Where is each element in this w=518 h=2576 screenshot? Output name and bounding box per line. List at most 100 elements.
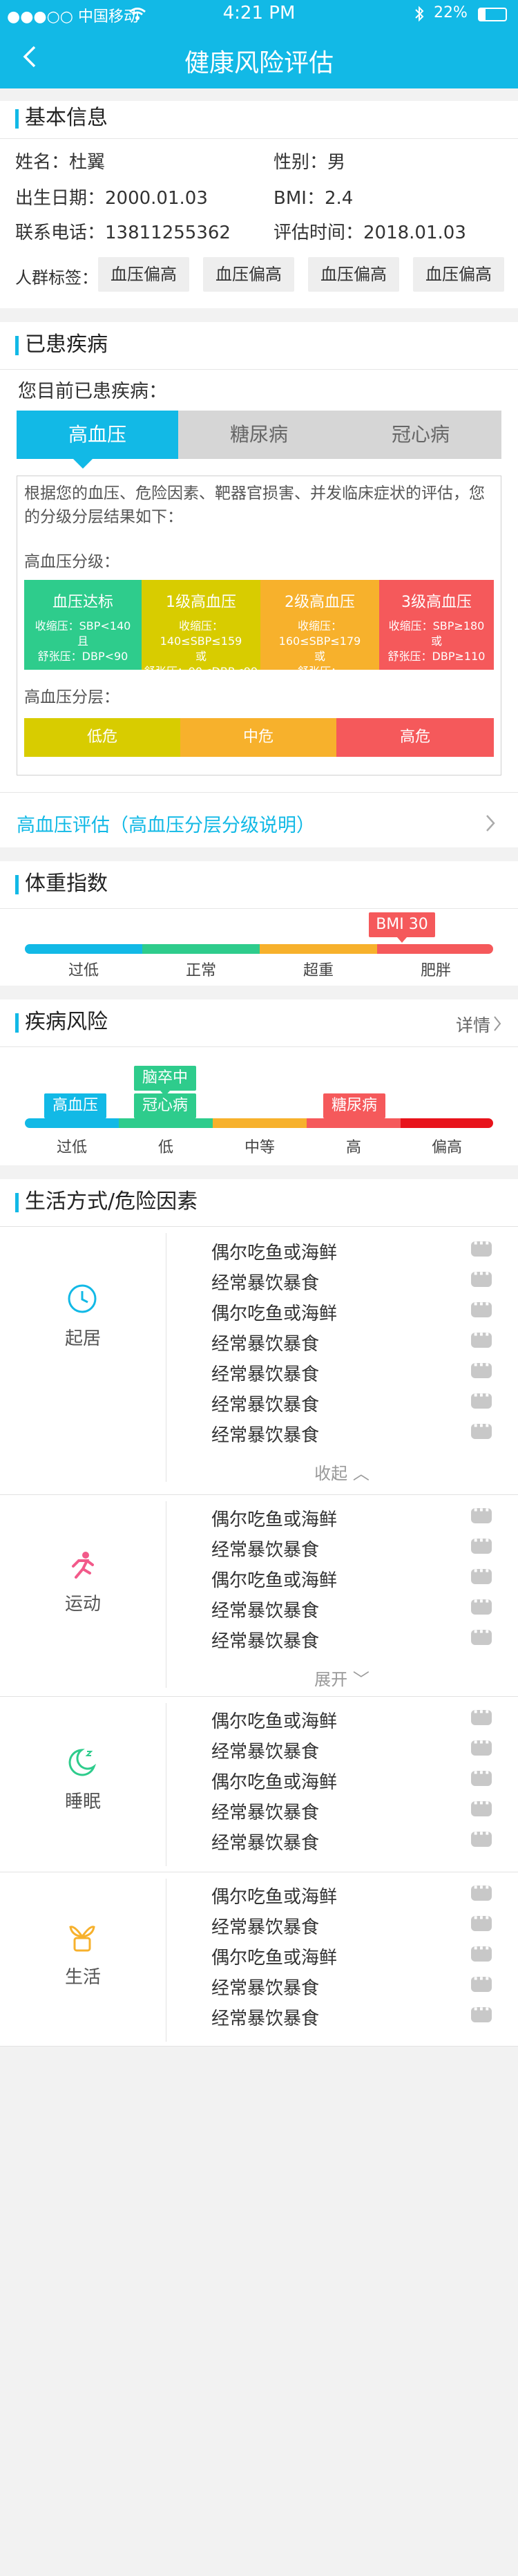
user-name: 姓名：杜翼 xyxy=(15,152,106,173)
disease-tabs: 高血压 糖尿病 冠心病 xyxy=(17,411,501,459)
risk-bar-higher xyxy=(401,1118,493,1128)
bmi-bar-obese xyxy=(377,944,493,954)
section-title: 已患疾病 xyxy=(15,333,108,357)
layer-high: 高危 xyxy=(336,718,494,757)
more-icon[interactable] xyxy=(471,1910,492,1931)
list-item: 偶尔吃鱼或海鲜 xyxy=(211,1711,338,1732)
bmi-level-label: 过低 xyxy=(68,962,99,979)
tab-diabetes[interactable]: 糖尿病 xyxy=(178,411,340,459)
more-icon[interactable] xyxy=(471,1563,492,1584)
more-icon[interactable] xyxy=(471,1502,492,1523)
moon-icon xyxy=(68,1749,97,1776)
more-icon[interactable] xyxy=(471,1734,492,1756)
list-item: 经常暴饮暴食 xyxy=(211,2009,320,2029)
list-item: 偶尔吃鱼或海鲜 xyxy=(211,1304,338,1324)
risk-bar-mid xyxy=(213,1118,307,1128)
collapse-button[interactable]: 收起 ︿ xyxy=(166,1460,518,1484)
user-bmi: BMI：2.4 xyxy=(274,188,354,209)
plant-icon xyxy=(69,1926,95,1952)
battery-text: 22% xyxy=(434,4,468,21)
risk-detail-link[interactable]: 详情 xyxy=(456,1012,490,1037)
more-icon[interactable] xyxy=(471,1387,492,1409)
more-icon[interactable] xyxy=(471,1940,492,1962)
list-item: 经常暴饮暴食 xyxy=(211,1742,320,1762)
more-icon[interactable] xyxy=(471,1971,492,1992)
risk-level-label: 偏高 xyxy=(431,1139,462,1156)
grade-desc: 根据您的血压、危险因素、靶器官损害、并发临床症状的评估，您的分级分层结果如下： xyxy=(24,485,485,526)
list-item: 偶尔吃鱼或海鲜 xyxy=(211,1243,338,1263)
tab-hypertension[interactable]: 高血压 xyxy=(17,411,178,459)
more-icon[interactable] xyxy=(471,1765,492,1786)
crowd-tag: 血压偏高 xyxy=(203,257,294,292)
layer-mid: 中危 xyxy=(180,718,336,757)
disease-card: 已患疾病 您目前已患疾病： 高血压 糖尿病 冠心病 根据您的血压、危险因素、靶器… xyxy=(0,322,518,847)
chevron-right-icon[interactable] xyxy=(483,813,497,834)
list-item: 经常暴饮暴食 xyxy=(211,1917,320,1938)
chevron-down-icon: ﹀ xyxy=(352,1670,370,1689)
list-item: 偶尔吃鱼或海鲜 xyxy=(211,1570,338,1591)
risk-level-label: 过低 xyxy=(56,1139,87,1156)
risk-level-label: 低 xyxy=(157,1139,173,1156)
bmi-bar-low xyxy=(25,944,142,954)
risk-bar-high xyxy=(307,1118,401,1128)
expand-button[interactable]: 展开 ﹀ xyxy=(166,1666,518,1690)
more-icon[interactable] xyxy=(471,1795,492,1816)
user-gender: 性别：男 xyxy=(274,152,346,173)
status-bar: ●●●○○ 中国移动 4:21 PM 22% xyxy=(0,0,518,28)
more-icon[interactable] xyxy=(471,1235,492,1257)
tags-label: 人群标签： xyxy=(15,268,98,288)
more-icon[interactable] xyxy=(471,1266,492,1287)
disease-subtitle: 您目前已患疾病： xyxy=(18,381,167,402)
more-icon[interactable] xyxy=(471,1296,492,1317)
list-item: 经常暴饮暴食 xyxy=(211,1803,320,1823)
eval-time: 评估时间：2018.01.03 xyxy=(274,223,466,243)
more-icon[interactable] xyxy=(471,1593,492,1615)
more-icon[interactable] xyxy=(471,1532,492,1554)
more-icon[interactable] xyxy=(471,1624,492,1645)
list-item: 经常暴饮暴食 xyxy=(211,1273,320,1294)
hypertension-eval-link[interactable]: 高血压评估（高血压分层分级说明） xyxy=(17,810,315,837)
more-icon[interactable] xyxy=(471,2001,492,2022)
list-item: 经常暴饮暴食 xyxy=(211,1334,320,1355)
more-icon[interactable] xyxy=(471,1704,492,1725)
tab-coronary[interactable]: 冠心病 xyxy=(340,411,501,459)
section-title: 体重指数 xyxy=(15,872,108,896)
nav-bar: 健康风险评估 xyxy=(0,28,518,88)
bmi-bar-over xyxy=(260,944,377,954)
list-item: 偶尔吃鱼或海鲜 xyxy=(211,1510,338,1530)
lifestyle-card: 生活方式/危险因素 起居 偶尔吃鱼或海鲜 经常暴饮暴食 偶尔吃鱼或海鲜 经常暴饮… xyxy=(0,1179,518,2047)
group-name: 运动 xyxy=(64,1594,101,1615)
weight-card: 体重指数 BMI 30 过低 正常 超重 肥胖 xyxy=(0,861,518,986)
risk-level-label: 中等 xyxy=(244,1139,275,1156)
bluetooth-icon xyxy=(415,6,424,22)
grade-3: 3级高血压 收缩压：SBP≥180 或 舒张压：DBP≥110 xyxy=(379,580,494,670)
risk-bar-lowest xyxy=(25,1118,119,1128)
section-title: 基本信息 xyxy=(15,106,108,130)
risk-marker-stroke: 脑卒中 xyxy=(134,1066,196,1096)
more-icon[interactable] xyxy=(471,1418,492,1439)
basic-info-card: 基本信息 姓名：杜翼 性别：男 出生日期：2000.01.03 BMI：2.4 … xyxy=(0,101,518,308)
list-item: 经常暴饮暴食 xyxy=(211,1601,320,1621)
running-icon xyxy=(72,1552,94,1579)
chevron-right-icon[interactable] xyxy=(492,1015,503,1033)
bmi-level-label: 超重 xyxy=(303,962,334,979)
bmi-badge: BMI 30 xyxy=(369,912,435,943)
list-item: 经常暴饮暴食 xyxy=(211,1395,320,1416)
more-icon[interactable] xyxy=(471,1357,492,1378)
battery-icon xyxy=(478,8,507,21)
tab-indicator xyxy=(73,459,93,469)
list-item: 经常暴饮暴食 xyxy=(211,1540,320,1561)
section-title: 生活方式/危险因素 xyxy=(15,1190,198,1214)
list-item: 经常暴饮暴食 xyxy=(211,1364,320,1385)
crowd-tag: 血压偏高 xyxy=(98,257,189,292)
page-title: 健康风险评估 xyxy=(184,49,334,77)
grade-2: 2级高血压 收缩压：160≤SBP≤179 或 舒张压：100≤DBP≤109 xyxy=(260,580,379,693)
more-icon[interactable] xyxy=(471,1879,492,1901)
more-icon[interactable] xyxy=(471,1326,492,1348)
bmi-level-label: 肥胖 xyxy=(420,962,451,979)
list-item: 偶尔吃鱼或海鲜 xyxy=(211,1948,338,1968)
group-name: 起居 xyxy=(64,1328,101,1349)
more-icon[interactable] xyxy=(471,1825,492,1847)
list-item: 经常暴饮暴食 xyxy=(211,1833,320,1854)
grade-box: 根据您的血压、危险因素、靶器官损害、并发临床症状的评估，您的分级分层结果如下： … xyxy=(17,476,501,775)
